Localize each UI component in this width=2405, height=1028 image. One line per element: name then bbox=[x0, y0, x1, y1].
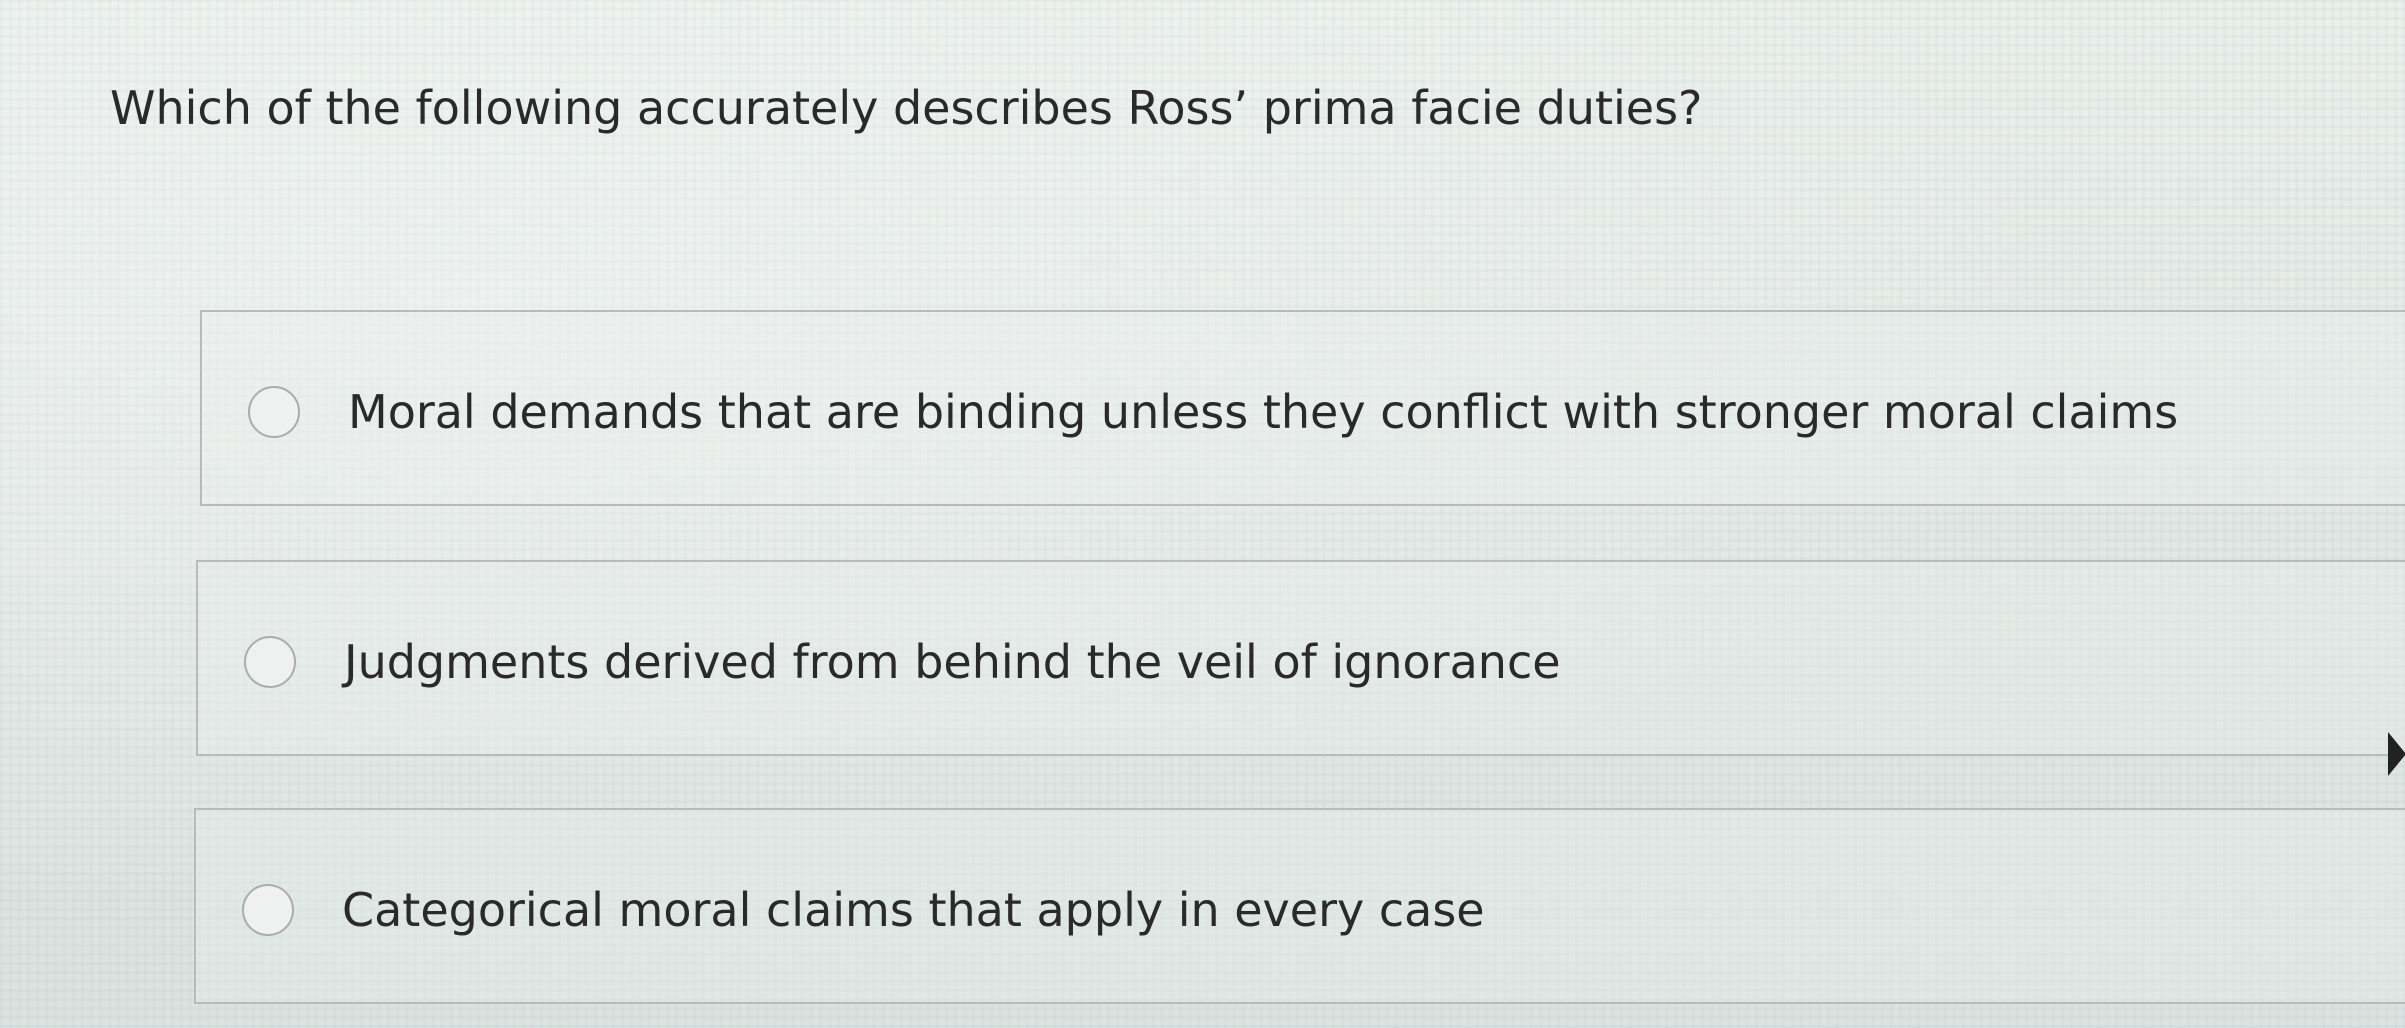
radio-unchecked-icon[interactable] bbox=[244, 636, 296, 688]
answer-option-label: Moral demands that are binding unless th… bbox=[348, 385, 2179, 439]
radio-unchecked-icon[interactable] bbox=[248, 386, 300, 438]
answer-option-1[interactable]: Moral demands that are binding unless th… bbox=[200, 310, 2405, 506]
answer-option-label: Judgments derived from behind the veil o… bbox=[344, 635, 1561, 689]
answer-option-3[interactable]: Categorical moral claims that apply in e… bbox=[194, 808, 2405, 1004]
mouse-pointer-icon bbox=[2388, 732, 2405, 776]
answer-option-2[interactable]: Judgments derived from behind the veil o… bbox=[196, 560, 2405, 756]
answer-option-label: Categorical moral claims that apply in e… bbox=[342, 883, 1485, 937]
answer-options: Moral demands that are binding unless th… bbox=[0, 0, 2405, 1028]
radio-unchecked-icon[interactable] bbox=[242, 884, 294, 936]
